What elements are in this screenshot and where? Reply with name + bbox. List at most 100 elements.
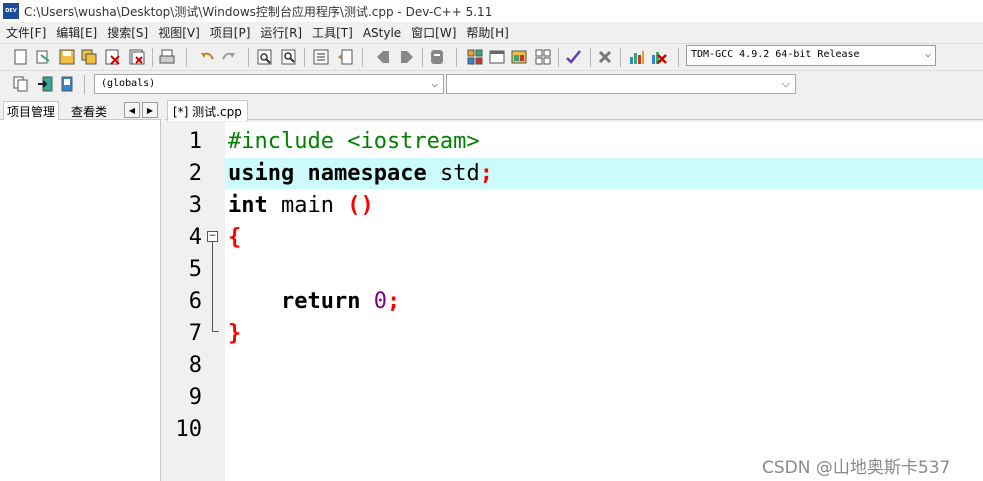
code-line-2: using namespace std;	[228, 158, 493, 190]
find-icon[interactable]	[256, 48, 274, 66]
menu-window[interactable]: 窗口[W]	[407, 22, 460, 43]
member-select[interactable]: ⌵	[446, 74, 796, 94]
print-icon[interactable]	[158, 48, 176, 66]
close-all-icon[interactable]	[128, 48, 146, 66]
line-number: 7	[188, 321, 202, 346]
fold-guide-end	[212, 331, 219, 332]
toggle-bookmark-icon[interactable]	[374, 48, 392, 66]
code-number: 0	[373, 289, 387, 314]
fold-guide-line	[212, 242, 213, 332]
toolbar-separator	[152, 48, 153, 67]
line-number: 4	[188, 225, 202, 250]
code-keyword: namespace	[307, 161, 427, 186]
line-number: 9	[188, 385, 202, 410]
code-keyword: int	[228, 193, 268, 218]
app-logo: DEV	[3, 3, 19, 19]
chevron-down-icon: ⌵	[781, 77, 790, 90]
code-identifier: main	[281, 193, 334, 218]
undo-icon[interactable]	[198, 48, 216, 66]
indent-icon[interactable]	[312, 48, 330, 66]
toolbar-separator	[304, 48, 305, 67]
menu-help[interactable]: 帮助[H]	[462, 22, 512, 43]
tab-class-view[interactable]: 查看类	[68, 103, 110, 120]
toolbar-separator	[362, 48, 363, 67]
scope-select-value: (globals)	[101, 78, 156, 89]
code-keyword: using	[228, 161, 295, 186]
code-line-3: int main ()	[228, 190, 374, 222]
toolbar-separator	[558, 48, 559, 67]
menu-project[interactable]: 项目[P]	[206, 22, 255, 43]
compiler-select[interactable]: TDM-GCC 4.9.2 64-bit Release ⌵	[686, 45, 936, 66]
chevron-down-icon: ⌵	[431, 77, 438, 90]
new-project-icon[interactable]	[466, 48, 484, 66]
toolbar-separator	[620, 48, 621, 67]
window-title: C:\Users\wusha\Desktop\测试\Windows控制台应用程序…	[24, 4, 493, 19]
class-browser-icon[interactable]	[58, 75, 76, 93]
scope-select[interactable]: (globals) ⌵	[94, 74, 444, 94]
code-line-1: #include <iostream>	[228, 126, 480, 158]
toolbar-separator	[84, 75, 85, 94]
code-line-7: }	[228, 318, 241, 350]
tile-windows-icon[interactable]	[534, 48, 552, 66]
menu-tools[interactable]: 工具[T]	[308, 22, 357, 43]
fold-collapse-icon[interactable]: −	[207, 231, 218, 242]
new-file-icon[interactable]	[12, 48, 30, 66]
menu-bar: 文件[F] 编辑[E] 搜索[S] 视图[V] 项目[P] 运行[R] 工具[T…	[0, 22, 983, 43]
menu-astyle[interactable]: AStyle	[359, 24, 405, 42]
project-tree-panel[interactable]	[0, 120, 161, 481]
toolbar-separator	[590, 48, 591, 67]
code-line-4: {	[228, 222, 241, 254]
code-symbol: {	[228, 225, 242, 250]
editor-tab-bar	[165, 98, 983, 120]
line-number: 3	[188, 193, 202, 218]
code-preprocessor: #include <iostream>	[228, 129, 480, 154]
line-number: 6	[188, 289, 202, 314]
menu-search[interactable]: 搜索[S]	[103, 22, 152, 43]
code-line-6: return 0;	[228, 286, 400, 318]
code-symbol: ()	[347, 193, 374, 218]
window-icon[interactable]	[488, 48, 506, 66]
replace-icon[interactable]	[280, 48, 298, 66]
goto-bookmark-icon[interactable]	[398, 48, 416, 66]
toolbar-separator	[422, 48, 423, 67]
code-symbol: ;	[386, 289, 401, 314]
title-bar: DEV C:\Users\wusha\Desktop\测试\Windows控制台…	[0, 0, 983, 22]
menu-file[interactable]: 文件[F]	[2, 22, 50, 43]
code-keyword: return	[280, 289, 361, 314]
watermark: CSDN @山地奥斯卡537	[762, 458, 951, 478]
editor-file-tab[interactable]: [*] 测试.cpp	[167, 100, 248, 121]
menu-run[interactable]: 运行[R]	[256, 22, 306, 43]
menu-edit[interactable]: 编辑[E]	[52, 22, 101, 43]
menu-view[interactable]: 视图[V]	[154, 22, 204, 43]
code-symbol: }	[228, 321, 242, 346]
goto-definition-icon[interactable]	[36, 75, 54, 93]
unindent-icon[interactable]	[336, 48, 354, 66]
open-file-icon[interactable]	[34, 48, 52, 66]
check-syntax-icon[interactable]	[564, 48, 582, 66]
toolbar-separator	[248, 48, 249, 67]
close-file-icon[interactable]	[104, 48, 122, 66]
insert-icon[interactable]	[12, 75, 30, 93]
goto-line-icon[interactable]	[428, 48, 446, 66]
save-all-icon[interactable]	[80, 48, 98, 66]
chart-icon[interactable]	[628, 48, 646, 66]
tab-project-manager[interactable]: 项目管理	[3, 101, 60, 121]
line-number: 10	[175, 417, 203, 442]
stop-icon[interactable]	[596, 48, 614, 66]
devcpp-window: DEV C:\Users\wusha\Desktop\测试\Windows控制台…	[0, 0, 983, 481]
line-number: 1	[188, 129, 202, 154]
toolbar-separator	[456, 48, 457, 67]
code-symbol: ;	[479, 161, 493, 186]
toolbar-separator	[186, 48, 187, 67]
compiler-select-value: TDM-GCC 4.9.2 64-bit Release	[691, 49, 860, 60]
redo-icon[interactable]	[220, 48, 238, 66]
line-number: 5	[188, 257, 202, 282]
chevron-down-icon: ⌵	[924, 49, 931, 60]
code-identifier: std	[439, 161, 480, 186]
tab-scroll-left-button[interactable]: ◀	[124, 102, 140, 118]
delete-profile-icon[interactable]	[650, 48, 668, 66]
layout-icon[interactable]	[510, 48, 528, 66]
tab-scroll-right-button[interactable]: ▶	[142, 102, 158, 118]
line-number: 2	[188, 161, 202, 186]
save-icon[interactable]	[58, 48, 76, 66]
